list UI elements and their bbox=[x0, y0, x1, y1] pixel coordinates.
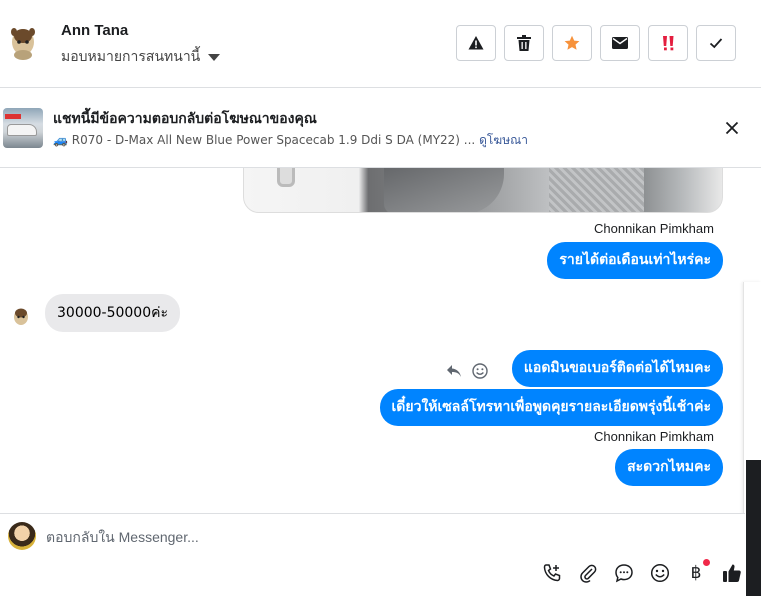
shared-photo[interactable] bbox=[243, 168, 723, 213]
contact-name[interactable]: Ann Tana bbox=[61, 22, 128, 39]
react-emoji-icon[interactable] bbox=[472, 363, 488, 379]
message-hover-tools bbox=[446, 363, 488, 379]
chat-bubble-icon bbox=[615, 564, 633, 583]
follow-up-button[interactable] bbox=[648, 25, 688, 61]
assign-label: มอบหมายการสนทนานี้ bbox=[61, 49, 201, 65]
photo-detail bbox=[384, 168, 504, 212]
photo-detail bbox=[549, 168, 644, 212]
ad-reply-banner: แชทนี้มีข้อความตอบกลับต่อโฆษณาของคุณ 🚙 R… bbox=[0, 88, 761, 168]
message-bubble-outgoing[interactable]: เดี๋ยวให้เซลล์โทรหาเพื่อพูดคุยรายละเอียด… bbox=[379, 389, 723, 426]
message-bubble-outgoing[interactable]: แอดมินขอเบอร์ติดต่อได้ไหมคะ bbox=[511, 350, 723, 387]
conversation-header: Ann Tana มอบหมายการสนทนานี้ bbox=[0, 0, 761, 88]
thumbs-up-icon bbox=[723, 564, 741, 582]
message-bubble-outgoing[interactable]: รายได้ต่อเดือนเท่าไหร่คะ bbox=[547, 242, 723, 279]
message-thread[interactable]: Chonnikan Pimkham รายได้ต่อเดือนเท่าไหร่… bbox=[0, 168, 745, 513]
exclamation-icon bbox=[663, 36, 674, 51]
composer-toolbar: ฿ bbox=[540, 559, 744, 585]
sender-name: Chonnikan Pimkham bbox=[594, 429, 714, 444]
assign-conversation-dropdown[interactable]: มอบหมายการสนทนานี้ bbox=[61, 46, 221, 68]
car-image bbox=[7, 124, 37, 136]
ad-vehicle-text: R070 - D-Max All New Blue Power Spacecab… bbox=[71, 133, 476, 147]
close-icon[interactable] bbox=[723, 119, 741, 137]
side-panel-edge[interactable] bbox=[743, 282, 761, 596]
reply-composer: ฿ bbox=[0, 513, 745, 596]
delete-button[interactable] bbox=[504, 25, 544, 61]
reply-input[interactable] bbox=[46, 526, 646, 548]
message-bubble-incoming[interactable]: 30000-50000ค่ะ bbox=[45, 294, 181, 332]
paperclip-icon bbox=[580, 564, 597, 583]
car-icon: 🚙 bbox=[53, 133, 68, 147]
star-button[interactable] bbox=[552, 25, 592, 61]
conversation-actions bbox=[456, 25, 736, 61]
baht-icon: ฿ bbox=[690, 563, 702, 583]
call-button[interactable] bbox=[540, 561, 564, 585]
star-icon bbox=[564, 35, 580, 50]
notification-dot bbox=[703, 559, 710, 566]
mark-unread-button[interactable] bbox=[600, 25, 640, 61]
check-icon bbox=[709, 38, 723, 49]
view-ad-link[interactable]: ดูโฆษณา bbox=[479, 133, 528, 147]
message-bubble-outgoing[interactable]: สะดวกไหมคะ bbox=[615, 449, 723, 486]
page-avatar bbox=[8, 522, 36, 550]
caret-down-icon bbox=[208, 53, 221, 61]
emoji-button[interactable] bbox=[648, 561, 672, 585]
ad-thumbnail-stripe bbox=[5, 114, 21, 119]
smiley-icon bbox=[650, 563, 670, 583]
report-spam-button[interactable] bbox=[456, 25, 496, 61]
trash-icon bbox=[517, 35, 531, 51]
payment-button[interactable]: ฿ bbox=[684, 559, 710, 585]
ad-banner-title: แชทนี้มีข้อความตอบกลับต่อโฆษณาของคุณ bbox=[53, 111, 317, 127]
side-panel-dark-block bbox=[746, 460, 761, 596]
phone-add-icon bbox=[543, 564, 561, 582]
sender-name: Chonnikan Pimkham bbox=[594, 221, 714, 236]
envelope-icon bbox=[612, 37, 628, 49]
attach-button[interactable] bbox=[576, 561, 600, 585]
photo-detail bbox=[277, 168, 295, 187]
reply-icon[interactable] bbox=[446, 364, 462, 378]
contact-avatar[interactable] bbox=[6, 22, 40, 62]
like-button[interactable] bbox=[720, 561, 744, 585]
ad-thumbnail[interactable] bbox=[3, 108, 43, 148]
contact-avatar-small[interactable] bbox=[10, 304, 32, 328]
ad-banner-subtitle: 🚙 R070 - D-Max All New Blue Power Spacec… bbox=[53, 131, 528, 150]
done-button[interactable] bbox=[696, 25, 736, 61]
saved-replies-button[interactable] bbox=[612, 561, 636, 585]
warning-icon bbox=[468, 36, 484, 50]
